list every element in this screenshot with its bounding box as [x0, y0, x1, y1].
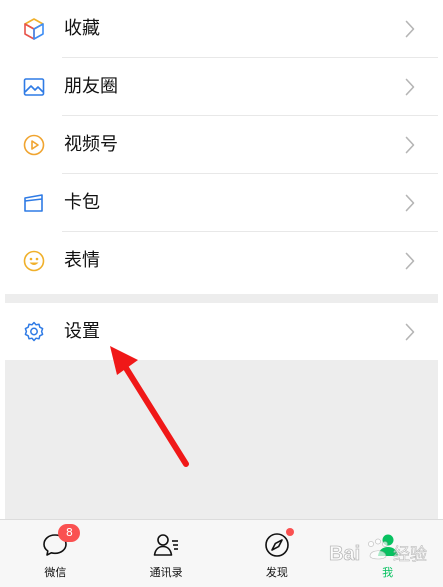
menu-label-favorites: 收藏: [64, 18, 100, 39]
chats-bubble-icon: 8: [40, 524, 81, 560]
chevron-right-icon: [404, 322, 416, 342]
menu-row-settings[interactable]: 设置: [5, 303, 438, 360]
sticker-smiley-icon: [21, 248, 47, 274]
menu-row-stickers[interactable]: 表情: [5, 232, 438, 290]
chevron-right-icon: [404, 193, 416, 213]
menu-label-channels: 视频号: [64, 134, 118, 155]
tab-chats[interactable]: 8 微信: [0, 520, 111, 587]
tab-label-contacts: 通讯录: [149, 566, 183, 579]
tab-contacts[interactable]: 通讯录: [111, 520, 222, 587]
menu-row-favorites[interactable]: 收藏: [5, 0, 438, 58]
menu-row-moments[interactable]: 朋友圈: [5, 58, 438, 116]
me-person-icon: [373, 530, 403, 560]
chevron-right-icon: [404, 19, 416, 39]
chevron-right-icon: [404, 251, 416, 271]
card-wallet-icon: [21, 190, 47, 216]
contacts-person-icon: [151, 530, 181, 560]
menu-row-card-wallet[interactable]: 卡包: [5, 174, 438, 232]
settings-gear-icon: [21, 319, 47, 345]
tab-discover[interactable]: 发现: [222, 520, 333, 587]
me-page: 收藏 朋友圈 视频号 卡包 表情 设置 8 微信 通讯录 发现 我 Bai 经验: [0, 0, 443, 587]
moments-photo-icon: [21, 74, 47, 100]
bottom-tab-bar: 8 微信 通讯录 发现 我: [0, 519, 443, 587]
tab-label-chats: 微信: [44, 566, 67, 579]
menu-label-moments: 朋友圈: [64, 76, 118, 97]
menu-row-channels[interactable]: 视频号: [5, 116, 438, 174]
menu-label-settings: 设置: [64, 320, 100, 342]
menu-label-stickers: 表情: [64, 250, 100, 271]
channels-play-icon: [21, 132, 47, 158]
tab-label-me: 我: [382, 566, 394, 579]
right-frame-edge: [438, 0, 443, 587]
chevron-right-icon: [404, 135, 416, 155]
menu-group-services: 收藏 朋友圈 视频号 卡包 表情: [5, 0, 438, 294]
new-content-dot: [285, 528, 294, 536]
tab-label-discover: 发现: [265, 566, 288, 579]
tab-me[interactable]: 我: [332, 520, 443, 587]
unread-badge: 8: [58, 524, 81, 542]
favorites-cube-icon: [21, 16, 47, 42]
chevron-right-icon: [404, 77, 416, 97]
menu-label-card-wallet: 卡包: [64, 192, 100, 213]
menu-group-settings: 设置: [5, 303, 438, 360]
discover-compass-icon: [262, 528, 294, 560]
